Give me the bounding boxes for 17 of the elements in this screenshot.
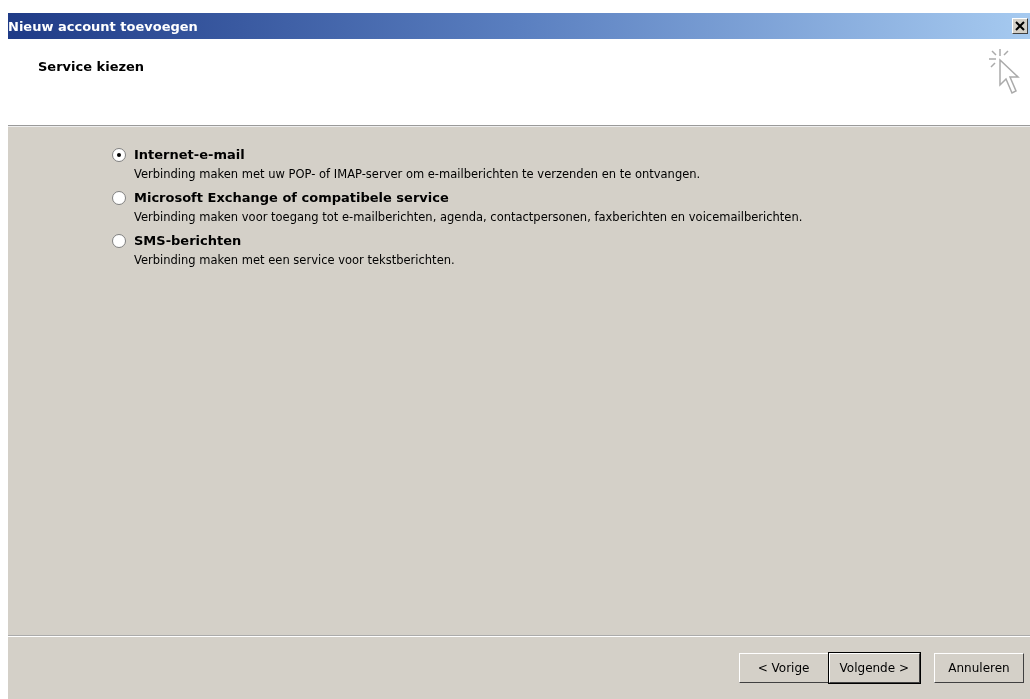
radio-button[interactable] [112, 147, 126, 162]
cursor-click-icon [986, 47, 1022, 97]
option-description: Verbinding maken met een service voor tekstberichten. [134, 253, 456, 267]
option-label[interactable]: Internet-e-mail [134, 147, 245, 162]
dialog-button[interactable]: Volgende > [828, 653, 920, 683]
close-icon [1015, 21, 1025, 31]
radio-button[interactable] [112, 233, 126, 248]
radio-button[interactable] [112, 190, 126, 205]
page-heading: Service kiezen [38, 59, 145, 74]
option-label[interactable]: Microsoft Exchange of compatibele service [134, 190, 449, 205]
option-description: Verbinding maken met uw POP- of IMAP-server om e-mailberichten te verzenden en te ontvangen. [134, 167, 702, 181]
option-description: Verbinding maken voor toegang tot e-mailberichten, agenda, contactpersonen, faxberichten en voicemailberichten. [134, 210, 804, 224]
option-label[interactable]: SMS-berichten [134, 233, 242, 248]
dialog-button[interactable]: Annuleren [934, 653, 1024, 683]
window-title: Nieuw account toevoegen [8, 18, 198, 34]
close-button[interactable] [1012, 18, 1028, 34]
dialog-button[interactable]: < Vorige [738, 653, 829, 683]
